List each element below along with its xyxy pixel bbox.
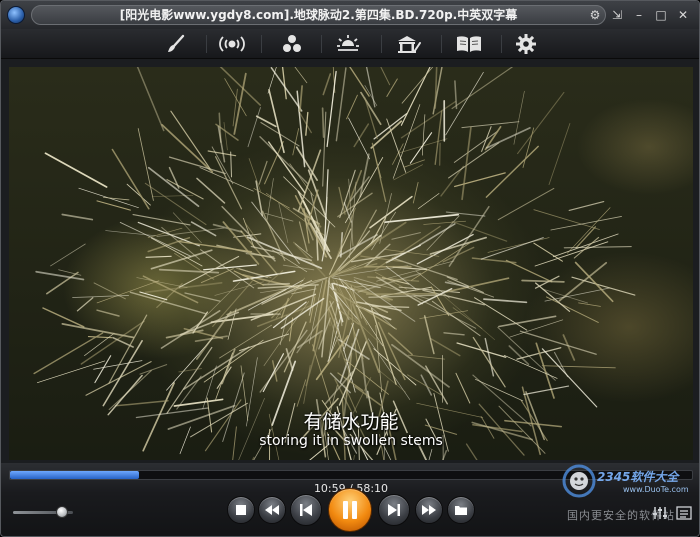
audio-button[interactable] — [209, 32, 255, 56]
playlist-book-icon — [457, 36, 481, 52]
folder-icon — [455, 506, 467, 515]
toolbar-divider — [321, 35, 322, 53]
open-file-button[interactable] — [447, 496, 475, 524]
minimize-button[interactable]: – — [631, 7, 647, 23]
title-bar[interactable]: [阳光电影www.ygdy8.com].地球脉动2.第四集.BD.720p.中英… — [1, 1, 699, 29]
toolbar-divider — [501, 35, 502, 53]
next-button[interactable] — [378, 494, 410, 526]
equalizer-button[interactable] — [651, 504, 669, 522]
pause-button[interactable] — [328, 488, 372, 532]
restore-icon[interactable]: ⇲ — [609, 7, 625, 23]
player-window: [阳光电影www.ygdy8.com].地球脉动2.第四集.BD.720p.中英… — [0, 0, 700, 537]
fast-forward-button[interactable] — [415, 496, 443, 524]
next-icon — [388, 504, 400, 516]
seek-bar-fill — [10, 471, 139, 479]
previous-button[interactable] — [290, 494, 322, 526]
audio-icon — [219, 36, 245, 52]
brightness-button[interactable] — [325, 32, 371, 56]
app-logo-icon[interactable] — [7, 6, 25, 24]
video-area[interactable]: 有储水功能 storing it in swollen stems — [9, 67, 693, 460]
watermark-logo-icon — [562, 464, 596, 498]
skin-brush-button[interactable] — [153, 32, 199, 56]
fast-forward-icon — [422, 505, 436, 515]
rewind-button[interactable] — [258, 496, 286, 524]
equalizer-icon — [653, 507, 667, 519]
toolbar-divider — [441, 35, 442, 53]
window-controls: ⚙ ⇲ – □ ✕ — [587, 7, 691, 23]
volume-slider[interactable] — [13, 506, 73, 518]
playlist-button[interactable] — [446, 32, 492, 56]
playlist-toggle-button[interactable] — [675, 504, 693, 522]
window-title: [阳光电影www.ygdy8.com].地球脉动2.第四集.BD.720p.中英… — [31, 5, 606, 25]
toolbar — [1, 29, 699, 59]
list-icon — [676, 506, 692, 520]
maximize-button[interactable]: □ — [653, 7, 669, 23]
watermark-brand: 2345软件大全 — [597, 470, 679, 484]
close-button[interactable]: ✕ — [675, 7, 691, 23]
effects-icon — [283, 35, 301, 52]
rewind-icon — [265, 505, 279, 515]
settings-button[interactable] — [503, 32, 549, 56]
effects-button[interactable] — [269, 32, 315, 56]
screenshot-button[interactable] — [386, 32, 432, 56]
watermark-url: www.DuoTe.com — [623, 485, 689, 494]
toolbar-divider — [206, 35, 207, 53]
toolbar-divider — [381, 35, 382, 53]
screenshot-icon — [398, 36, 421, 53]
stop-icon — [236, 505, 246, 515]
subtitle-english: storing it in swollen stems — [259, 433, 443, 449]
subtitle-chinese: 有储水功能 — [303, 411, 399, 433]
gear-icon — [516, 34, 536, 54]
brightness-icon — [337, 35, 359, 51]
settings-icon[interactable]: ⚙ — [587, 7, 603, 23]
video-frame — [33, 67, 636, 460]
skin-brush-icon — [168, 34, 185, 52]
toolbar-divider — [261, 35, 262, 53]
previous-icon — [300, 504, 312, 516]
stop-button[interactable] — [227, 496, 255, 524]
pause-icon — [343, 501, 357, 519]
